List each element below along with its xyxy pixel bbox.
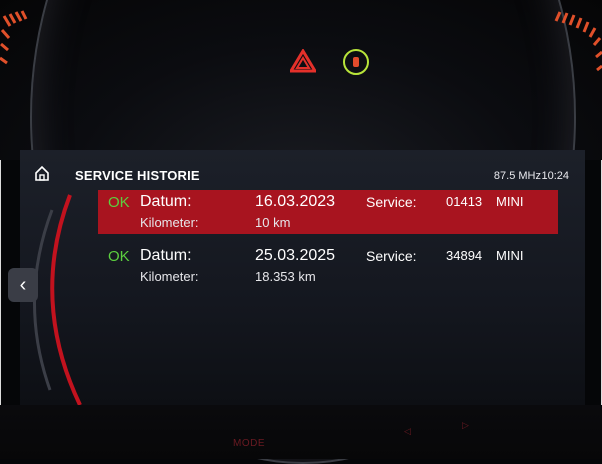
scroll-indicator-arc: [33, 194, 82, 406]
arrow-left-icon: ◁: [404, 426, 411, 436]
service-entry-row[interactable]: OK Datum: Kilometer: 16.03.2023 10 km Se…: [98, 190, 558, 234]
arrow-right-icon: ▷: [462, 420, 469, 430]
status-ok: OK: [108, 194, 130, 211]
service-brand: MINI: [496, 248, 524, 263]
date-value: 25.03.2025: [255, 247, 336, 264]
home-icon[interactable]: [34, 165, 50, 181]
kilometer-label: Kilometer:: [140, 215, 199, 230]
kilometer-value: 10 km: [255, 215, 291, 230]
chevron-left-icon: ‹: [19, 273, 27, 296]
service-label: Service:: [366, 248, 417, 264]
page-title: SERVICE HISTORIE: [75, 168, 200, 183]
status-ok: OK: [108, 248, 130, 265]
kilometer-label: Kilometer:: [140, 269, 199, 284]
status-bar: SERVICE HISTORIE 87.5 MHz 10:24: [20, 160, 585, 184]
hazard-warning-icon: [290, 49, 316, 73]
date-label: Datum:: [140, 193, 192, 210]
mode-button[interactable]: MODE: [233, 438, 265, 449]
service-brand: MINI: [496, 194, 524, 209]
seat-occupancy-icon: [343, 49, 369, 75]
right-ambient-ring: [554, 11, 602, 72]
radio-frequency: 87.5 MHz: [493, 170, 541, 182]
service-entry-row[interactable]: OK Datum: Kilometer: 25.03.2025 18.353 k…: [98, 244, 558, 288]
service-number: 01413: [446, 194, 483, 209]
clock: 10:24: [541, 170, 569, 182]
date-value: 16.03.2023: [255, 193, 336, 210]
left-ambient-ring: [0, 10, 28, 65]
service-history-screen: SERVICE HISTORIE 87.5 MHz 10:24 OK Datum…: [20, 150, 585, 405]
kilometer-value: 18.353 km: [255, 269, 316, 284]
back-button[interactable]: ‹: [8, 268, 38, 302]
service-label: Service:: [366, 194, 417, 210]
date-label: Datum:: [140, 247, 192, 264]
bottom-bezel: [0, 405, 602, 459]
service-number: 34894: [446, 248, 483, 263]
